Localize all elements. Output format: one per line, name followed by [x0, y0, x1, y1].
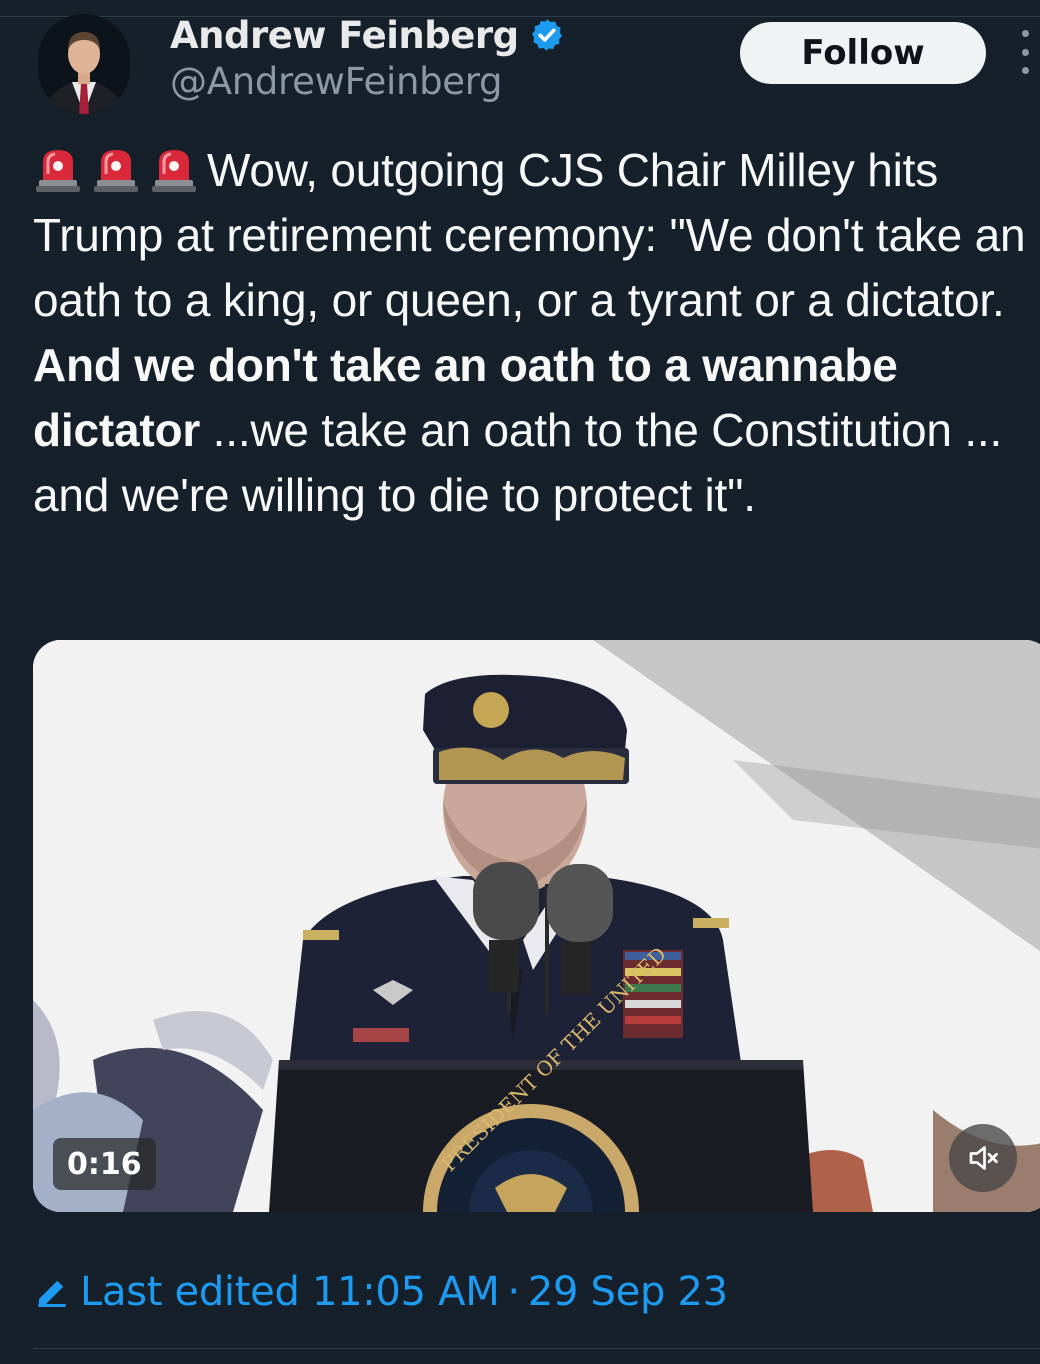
- siren-emoji-icon: [33, 144, 83, 194]
- bottom-divider: [33, 1348, 1040, 1349]
- more-dot: [1021, 48, 1029, 56]
- author-handle[interactable]: @AndrewFeinberg: [170, 60, 503, 103]
- tweet-text: Wow, outgoing CJS Chair Milley hits Trum…: [33, 138, 1033, 528]
- video-frame: PRESIDENT OF THE UNITED: [33, 640, 1040, 1212]
- edit-history-link[interactable]: Last edited 11:05 AM · 29 Sep 23: [34, 1266, 728, 1318]
- video-duration: 0:16: [53, 1138, 156, 1190]
- author-display-name[interactable]: Andrew Feinberg: [170, 14, 519, 57]
- edited-label: Last edited 11:05 AM: [80, 1269, 500, 1315]
- more-dot: [1021, 30, 1029, 37]
- siren-emoji-icon: [149, 144, 199, 194]
- video-player[interactable]: PRESIDENT OF THE UNITED 0:16: [33, 640, 1040, 1212]
- volume-muted-icon[interactable]: [949, 1124, 1017, 1192]
- more-vertical-icon[interactable]: [1014, 30, 1036, 74]
- follow-button[interactable]: Follow: [740, 22, 986, 84]
- author-name-row[interactable]: Andrew Feinberg: [170, 12, 565, 58]
- more-dot: [1021, 67, 1029, 74]
- siren-emoji-icon: [91, 144, 141, 194]
- tweet-date: 29 Sep 23: [527, 1269, 728, 1315]
- verified-badge-icon: [529, 17, 565, 53]
- avatar[interactable]: [38, 14, 130, 114]
- separator-dot: ·: [507, 1269, 520, 1315]
- pencil-icon: [38, 1280, 66, 1307]
